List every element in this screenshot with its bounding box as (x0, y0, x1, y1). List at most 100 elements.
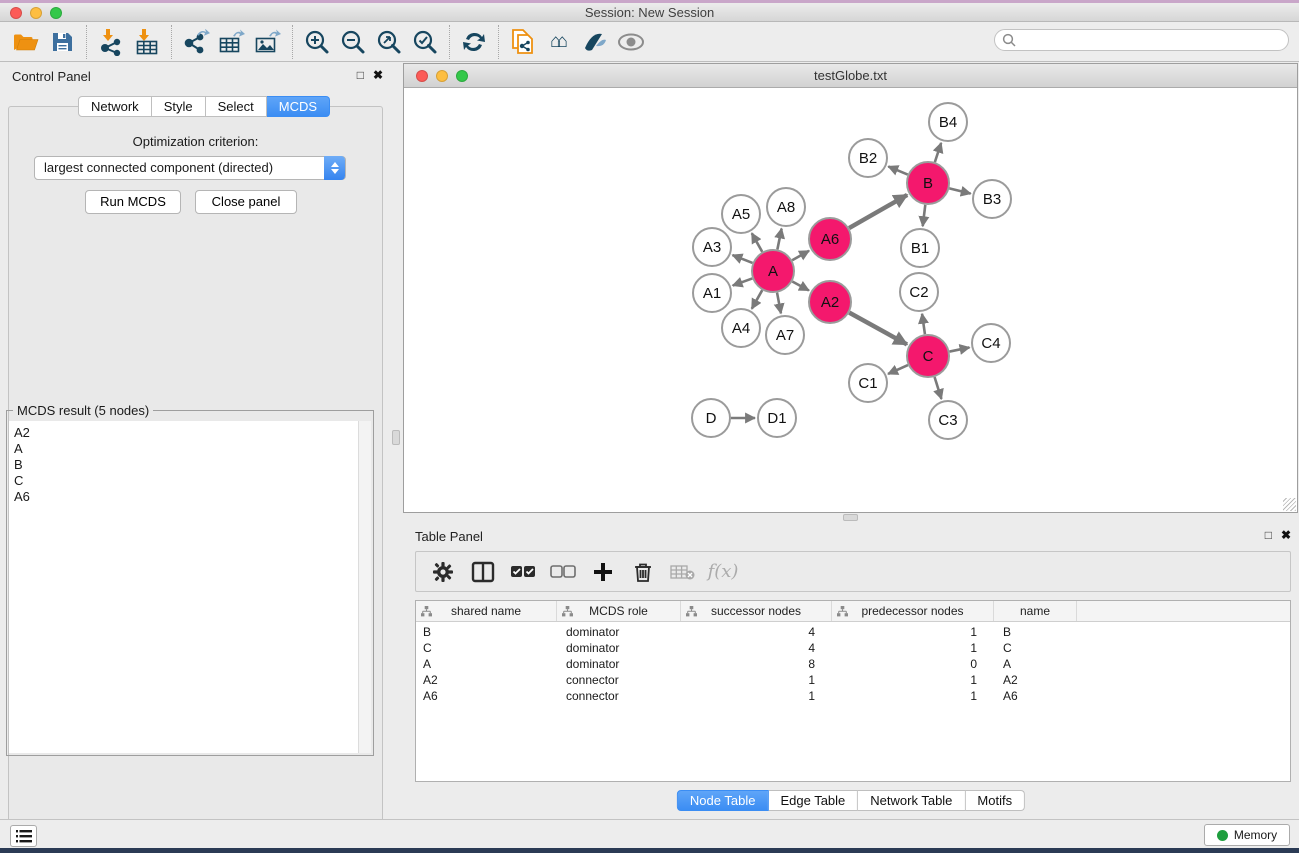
delete-columns-trash-icon[interactable] (630, 558, 656, 586)
close-window-button[interactable] (10, 7, 22, 19)
graph-edge-B-B3[interactable] (949, 188, 970, 193)
network-close-button[interactable] (416, 70, 428, 82)
result-list-item[interactable]: B (14, 457, 358, 473)
table-cell[interactable]: 1 (832, 640, 994, 656)
delete-table-icon[interactable] (670, 558, 696, 586)
table-cell[interactable]: A (416, 656, 557, 672)
table-cell[interactable]: dominator (557, 640, 681, 656)
table-cell[interactable]: dominator (557, 624, 681, 640)
table-cell[interactable]: A6 (994, 688, 1077, 704)
graph-edge-B-B1[interactable] (923, 205, 926, 226)
search-input[interactable] (1017, 33, 1267, 47)
table-settings-gear-icon[interactable] (430, 558, 456, 586)
apply-preferred-layout-icon[interactable] (456, 26, 492, 58)
table-cell[interactable]: A2 (994, 672, 1077, 688)
run-mcds-button[interactable]: Run MCDS (85, 190, 181, 214)
vertical-divider-grip[interactable] (392, 430, 400, 445)
table-cell[interactable]: B (994, 624, 1077, 640)
graph-edge-A6-B[interactable] (849, 195, 907, 228)
import-network-icon[interactable] (93, 26, 129, 58)
tab-network-table[interactable]: Network Table (858, 790, 965, 811)
export-image-icon[interactable] (250, 26, 286, 58)
zoom-window-button[interactable] (50, 7, 62, 19)
export-network-icon[interactable] (178, 26, 214, 58)
table-cell[interactable]: 4 (681, 624, 832, 640)
network-canvas[interactable]: AA1A2A3A4A5A6A7A8BB1B2B3B4CC1C2C3C4DD1 (404, 88, 1297, 512)
open-session-icon[interactable] (8, 26, 44, 58)
table-cell[interactable]: A6 (416, 688, 557, 704)
zoom-fit-icon[interactable] (371, 26, 407, 58)
table-cell[interactable]: 1 (681, 688, 832, 704)
graph-edge-B-B4[interactable] (935, 143, 941, 162)
graph-edge-A-A4[interactable] (752, 290, 762, 309)
table-cell[interactable] (1077, 640, 1290, 656)
tab-edge-table[interactable]: Edge Table (768, 790, 858, 811)
table-cell[interactable]: 4 (681, 640, 832, 656)
graph-edge-C-C3[interactable] (935, 377, 942, 399)
tab-network[interactable]: Network (78, 96, 152, 117)
export-table-icon[interactable] (214, 26, 250, 58)
select-all-columns-icon[interactable] (510, 558, 536, 586)
graph-edge-A-A6[interactable] (792, 251, 809, 260)
mcds-result-list[interactable]: A2ABCA6 (9, 421, 358, 753)
result-list-item[interactable]: A6 (14, 489, 358, 505)
optimization-criterion-dropdown[interactable]: largest connected component (directed) (34, 156, 346, 180)
column-header-shared-name[interactable]: shared name (416, 601, 557, 621)
function-builder-icon[interactable]: f(x) (710, 558, 736, 586)
network-file-icon[interactable] (505, 26, 541, 58)
table-cell[interactable] (1077, 672, 1290, 688)
tab-node-table[interactable]: Node Table (677, 790, 769, 811)
network-window-titlebar[interactable]: testGlobe.txt (404, 64, 1297, 88)
create-column-icon[interactable] (590, 558, 616, 586)
graph-edge-B-B2[interactable] (888, 166, 907, 174)
minimize-window-button[interactable] (30, 7, 42, 19)
column-header-name[interactable]: name (994, 601, 1077, 621)
result-list-item[interactable]: A2 (14, 425, 358, 441)
graph-edge-A-A8[interactable] (777, 229, 781, 250)
table-cell[interactable]: 1 (832, 672, 994, 688)
table-cell[interactable]: C (994, 640, 1077, 656)
graph-edge-A2-C[interactable] (849, 313, 907, 345)
show-graphics-details-icon[interactable] (613, 26, 649, 58)
close-panel-icon[interactable]: ✖ (373, 68, 383, 82)
table-cell[interactable]: B (416, 624, 557, 640)
table-cell[interactable]: 1 (832, 624, 994, 640)
table-cell[interactable] (1077, 688, 1290, 704)
float-table-panel-icon[interactable]: □ (1265, 528, 1272, 542)
column-header-predecessor-nodes[interactable]: predecessor nodes (832, 601, 994, 621)
graph-edge-A-A7[interactable] (777, 293, 781, 314)
memory-button[interactable]: Memory (1204, 824, 1290, 846)
tab-mcds[interactable]: MCDS (267, 96, 330, 117)
table-cell[interactable]: C (416, 640, 557, 656)
graph-edge-A-A1[interactable] (733, 278, 753, 285)
graph-edge-C-C4[interactable] (950, 347, 970, 351)
result-list-scrollbar[interactable] (358, 421, 371, 753)
save-session-icon[interactable] (44, 26, 80, 58)
table-cell[interactable]: 1 (832, 688, 994, 704)
zoom-out-icon[interactable] (335, 26, 371, 58)
graph-edge-A-A2[interactable] (792, 282, 809, 291)
table-cell[interactable]: A (994, 656, 1077, 672)
graph-edge-C-C1[interactable] (888, 365, 908, 374)
horizontal-divider-grip[interactable] (843, 514, 858, 521)
table-cell[interactable] (1077, 624, 1290, 640)
table-cell[interactable]: connector (557, 688, 681, 704)
table-cell[interactable]: 1 (681, 672, 832, 688)
import-table-icon[interactable] (129, 26, 165, 58)
graph-edge-A-A3[interactable] (732, 255, 752, 263)
tab-motifs[interactable]: Motifs (965, 790, 1025, 811)
close-table-panel-icon[interactable]: ✖ (1281, 528, 1291, 542)
result-list-item[interactable]: C (14, 473, 358, 489)
zoom-selected-icon[interactable] (407, 26, 443, 58)
table-cell[interactable]: A2 (416, 672, 557, 688)
home-icon[interactable]: ⌂⌂ (541, 26, 577, 58)
table-cell[interactable]: dominator (557, 656, 681, 672)
zoom-in-icon[interactable] (299, 26, 335, 58)
table-cell[interactable]: connector (557, 672, 681, 688)
table-cell[interactable]: 0 (832, 656, 994, 672)
close-panel-button[interactable]: Close panel (195, 190, 297, 214)
column-header-mcds-role[interactable]: MCDS role (557, 601, 681, 621)
search-field[interactable] (994, 29, 1289, 51)
float-panel-icon[interactable]: □ (357, 68, 364, 82)
graph-edge-A-A5[interactable] (752, 233, 762, 252)
